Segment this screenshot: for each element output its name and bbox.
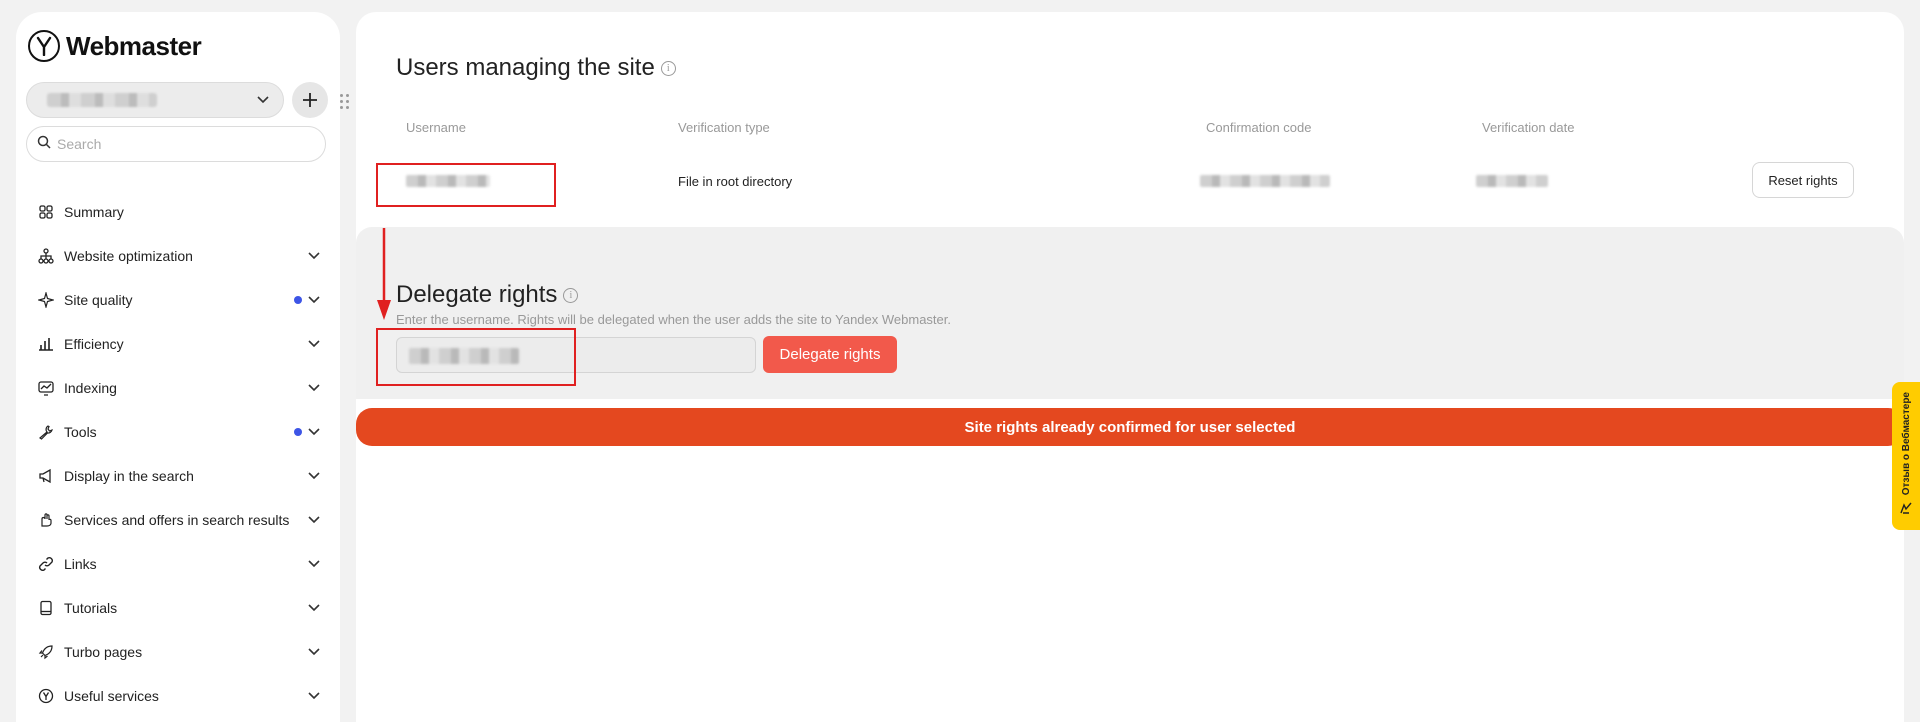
sidebar-item-display-in-search[interactable]: Display in the search bbox=[16, 454, 340, 498]
search-input[interactable] bbox=[57, 136, 297, 152]
sidebar-item-label: Useful services bbox=[64, 688, 159, 704]
toast-message: Site rights already confirmed for user s… bbox=[964, 418, 1296, 436]
sparkle-icon bbox=[36, 290, 56, 310]
chevron-down-icon bbox=[308, 335, 320, 353]
sidebar-item-indexing[interactable]: Indexing bbox=[16, 366, 340, 410]
sidebar-item-summary[interactable]: Summary bbox=[16, 190, 340, 234]
info-icon[interactable]: i bbox=[563, 287, 579, 303]
sidebar-item-website-optimization[interactable]: Website optimization bbox=[16, 234, 340, 278]
sidebar-item-label: Efficiency bbox=[64, 336, 124, 352]
grid-icon bbox=[36, 202, 56, 222]
sidebar-nav: Summary Website optimization Site qualit… bbox=[16, 190, 340, 718]
error-toast: Site rights already confirmed for user s… bbox=[356, 408, 1904, 446]
users-section-title: Users managing the site i bbox=[396, 54, 676, 82]
sidebar-item-label: Links bbox=[64, 556, 97, 572]
add-site-button[interactable] bbox=[292, 82, 328, 118]
sidebar: Webmaster Summary Website optimization S… bbox=[16, 12, 349, 722]
wrench-icon bbox=[36, 422, 56, 442]
sidebar-item-links[interactable]: Links bbox=[16, 542, 340, 586]
chevron-down-icon bbox=[308, 599, 320, 617]
sitemap-icon bbox=[36, 246, 56, 266]
search-icon bbox=[37, 135, 51, 154]
delegate-section: Delegate rights i Enter the username. Ri… bbox=[356, 227, 1904, 399]
link-icon bbox=[36, 554, 56, 574]
arrow-annotation-icon bbox=[377, 228, 391, 320]
sidebar-item-efficiency[interactable]: Efficiency bbox=[16, 322, 340, 366]
verification-type-value: File in root directory bbox=[678, 174, 793, 189]
sidebar-item-label: Turbo pages bbox=[64, 644, 143, 660]
sidebar-item-tools[interactable]: Tools bbox=[16, 410, 340, 454]
reset-rights-button[interactable]: Reset rights bbox=[1752, 162, 1854, 198]
delegate-rights-button[interactable]: Delegate rights bbox=[763, 336, 897, 373]
chevron-down-icon bbox=[308, 379, 320, 397]
sidebar-item-useful-services[interactable]: Useful services bbox=[16, 674, 340, 718]
sidebar-item-label: Tutorials bbox=[64, 600, 118, 616]
section-title: Delegate rights bbox=[396, 281, 558, 308]
chevron-down-icon bbox=[308, 291, 320, 309]
hand-icon bbox=[36, 510, 56, 530]
column-header-confirmation-code: Confirmation code bbox=[1206, 120, 1312, 135]
drag-handle-icon[interactable] bbox=[340, 94, 350, 110]
site-name-blurred bbox=[47, 93, 157, 107]
search-box[interactable] bbox=[26, 126, 326, 162]
page-title: Users managing the site bbox=[396, 54, 655, 81]
confirmation-code-blurred bbox=[1200, 175, 1330, 187]
info-icon[interactable]: i bbox=[660, 60, 676, 76]
delegate-hint: Enter the username. Rights will be deleg… bbox=[396, 312, 951, 327]
bar-chart-icon bbox=[36, 334, 56, 354]
highlight-box-input bbox=[376, 328, 576, 386]
feedback-icon bbox=[1899, 501, 1913, 520]
chevron-down-icon bbox=[308, 467, 320, 485]
column-header-verification-date: Verification date bbox=[1482, 120, 1575, 135]
sidebar-item-tutorials[interactable]: Tutorials bbox=[16, 586, 340, 630]
monitor-chart-icon bbox=[36, 378, 56, 398]
column-header-verification-type: Verification type bbox=[678, 120, 770, 135]
rocket-icon bbox=[36, 642, 56, 662]
sidebar-item-services-offers[interactable]: Services and offers in search results bbox=[16, 498, 340, 542]
sidebar-item-label: Tools bbox=[64, 424, 97, 440]
chevron-down-icon bbox=[308, 555, 320, 573]
highlight-box-username bbox=[376, 163, 556, 207]
yandex-logo-icon bbox=[28, 30, 60, 62]
chevron-down-icon bbox=[257, 91, 269, 109]
users-section: Users managing the site i Username Verif… bbox=[356, 12, 1904, 227]
main-content: Users managing the site i Username Verif… bbox=[356, 12, 1904, 722]
logo[interactable]: Webmaster bbox=[28, 30, 202, 62]
megaphone-icon bbox=[36, 466, 56, 486]
sidebar-item-label: Site quality bbox=[64, 292, 133, 308]
brand-name: Webmaster bbox=[66, 30, 202, 61]
sidebar-item-label: Services and offers in search results bbox=[64, 512, 290, 528]
notification-dot bbox=[294, 296, 302, 304]
chevron-down-icon bbox=[308, 511, 320, 529]
book-icon bbox=[36, 598, 56, 618]
sidebar-item-label: Summary bbox=[64, 204, 124, 220]
chevron-down-icon bbox=[308, 423, 320, 441]
chevron-down-icon bbox=[308, 247, 320, 265]
site-selector[interactable] bbox=[26, 82, 284, 118]
verification-date-blurred bbox=[1476, 175, 1548, 187]
plus-icon bbox=[303, 93, 317, 107]
sidebar-item-label: Indexing bbox=[64, 380, 117, 396]
yandex-icon bbox=[36, 686, 56, 706]
sidebar-item-label: Website optimization bbox=[64, 248, 193, 264]
chevron-down-icon bbox=[308, 643, 320, 661]
sidebar-item-turbo-pages[interactable]: Turbo pages bbox=[16, 630, 340, 674]
sidebar-item-site-quality[interactable]: Site quality bbox=[16, 278, 340, 322]
notification-dot bbox=[294, 428, 302, 436]
feedback-label: Отзыв о Вебмастере bbox=[1900, 391, 1912, 495]
feedback-tab[interactable]: Отзыв о Вебмастере bbox=[1892, 382, 1920, 530]
delegate-section-title: Delegate rights i bbox=[396, 281, 579, 309]
column-header-username: Username bbox=[406, 120, 466, 135]
sidebar-item-label: Display in the search bbox=[64, 468, 194, 484]
chevron-down-icon bbox=[308, 687, 320, 705]
